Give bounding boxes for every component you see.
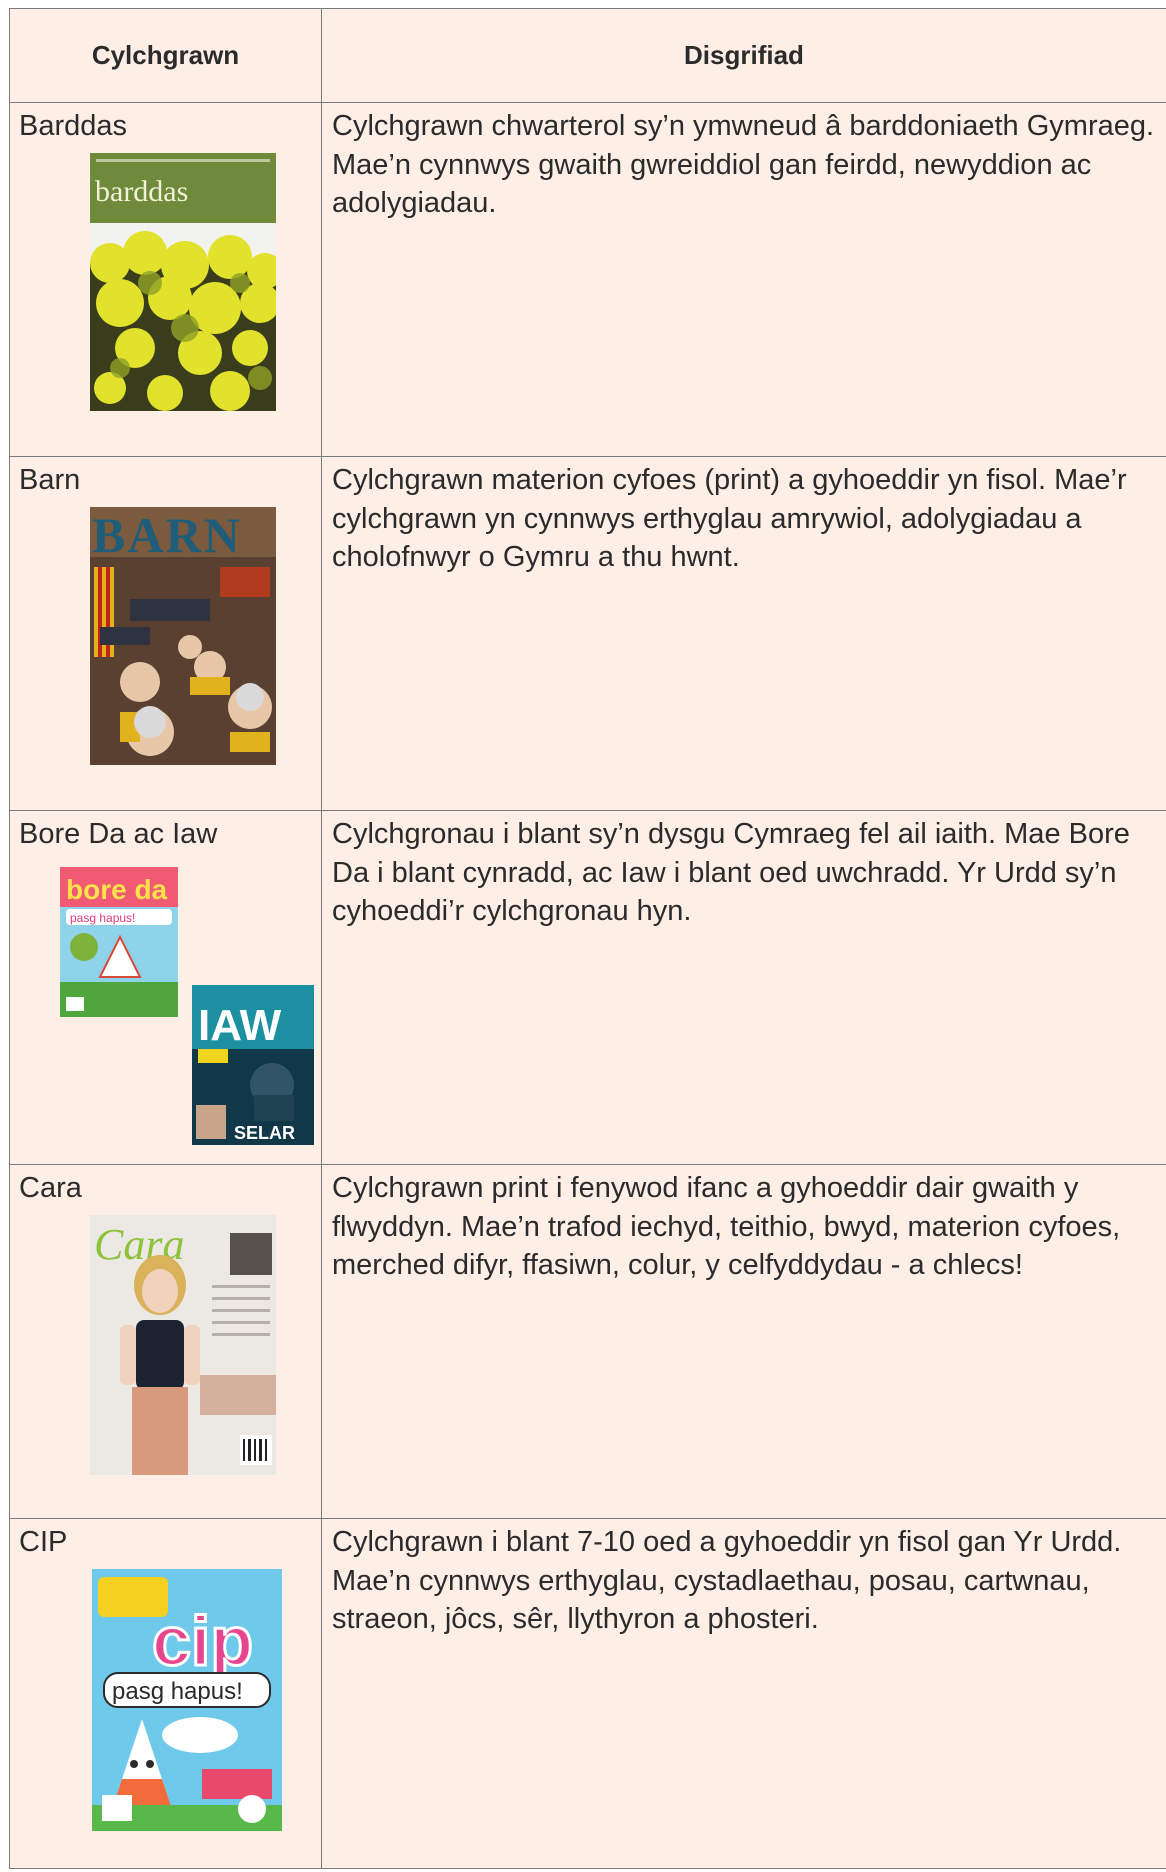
magazine-description: Cylchgrawn materion cyfoes (print) a gyh…	[332, 464, 1127, 573]
column-header-description: Disgrifiad	[321, 8, 1166, 103]
cover-area: barddas	[10, 145, 321, 445]
magazine-name: Bore Da ac Iaw	[19, 818, 218, 850]
description-cell: Cylchgrawn chwarterol sy’n ymwneud â bar…	[321, 102, 1166, 457]
table-row: CIP cip pasg hapus! Cylchgrawn i blant 7…	[9, 1518, 1166, 1869]
magazine-name: Cara	[19, 1172, 82, 1204]
magazine-cell: CIP cip pasg hapus!	[9, 1518, 322, 1869]
magazine-description: Cylchgrawn chwarterol sy’n ymwneud â bar…	[332, 110, 1155, 219]
iaw-cover-image: IAW SELAR	[192, 985, 314, 1145]
column-header-magazine: Cylchgrawn	[9, 8, 322, 103]
magazine-cell: Barn BARN	[9, 456, 322, 811]
magazine-description: Cylchgrawn print i fenywod ifanc a gyhoe…	[332, 1172, 1121, 1281]
cip-cover-image: cip pasg hapus!	[92, 1569, 282, 1831]
magazines-table: Cylchgrawn Disgrifiad Barddas barddas Cy…	[9, 8, 1166, 1869]
cover-subtitle: pasg hapus!	[112, 1678, 243, 1705]
bore-da-cover-image: bore da pasg hapus!	[60, 867, 178, 1017]
cover-title: barddas	[95, 175, 188, 208]
table-row: Barddas barddas Cylchgrawn chwarterol sy…	[9, 102, 1166, 457]
cover-footer: SELAR	[234, 1123, 295, 1143]
cover-title: bore da	[66, 874, 168, 905]
description-cell: Cylchgrawn print i fenywod ifanc a gyhoe…	[321, 1164, 1166, 1519]
magazine-name: CIP	[19, 1526, 68, 1558]
cover-subtitle: pasg hapus!	[70, 911, 135, 925]
magazine-cell: Barddas barddas	[9, 102, 322, 457]
table-row: Barn BARN Cylchgrawn materion cyfoes (pr…	[9, 456, 1166, 811]
cover-area: Cara	[10, 1207, 321, 1507]
magazine-cell: Cara Cara	[9, 1164, 322, 1519]
cover-area: BARN	[10, 499, 321, 799]
magazine-name: Barddas	[19, 110, 128, 142]
magazine-description: Cylchgronau i blant sy’n dysgu Cymraeg f…	[332, 818, 1130, 927]
magazine-name: Barn	[19, 464, 81, 496]
cover-area: bore da pasg hapus! IAW SELAR	[10, 853, 321, 1153]
table-header-row: Cylchgrawn Disgrifiad	[9, 8, 1166, 103]
magazine-cell: Bore Da ac Iaw bore da pasg hapus! IAW S…	[9, 810, 322, 1165]
barddas-cover-image: barddas	[90, 153, 276, 411]
cara-cover-image: Cara	[90, 1215, 276, 1475]
cover-area: cip pasg hapus!	[10, 1561, 321, 1861]
barn-cover-image: BARN	[90, 507, 276, 765]
table-row: Cara Cara Cylchgrawn print i fenywod ifa…	[9, 1164, 1166, 1519]
table-row: Bore Da ac Iaw bore da pasg hapus! IAW S…	[9, 810, 1166, 1165]
cover-title: cip	[152, 1602, 253, 1680]
cover-title: BARN	[92, 507, 242, 563]
description-cell: Cylchgronau i blant sy’n dysgu Cymraeg f…	[321, 810, 1166, 1165]
description-cell: Cylchgrawn materion cyfoes (print) a gyh…	[321, 456, 1166, 811]
cover-title-2: IAW	[198, 1001, 282, 1050]
description-cell: Cylchgrawn i blant 7-10 oed a gyhoeddir …	[321, 1518, 1166, 1869]
magazine-description: Cylchgrawn i blant 7-10 oed a gyhoeddir …	[332, 1526, 1122, 1635]
page: Cylchgrawn Disgrifiad Barddas barddas Cy…	[0, 0, 1166, 1872]
